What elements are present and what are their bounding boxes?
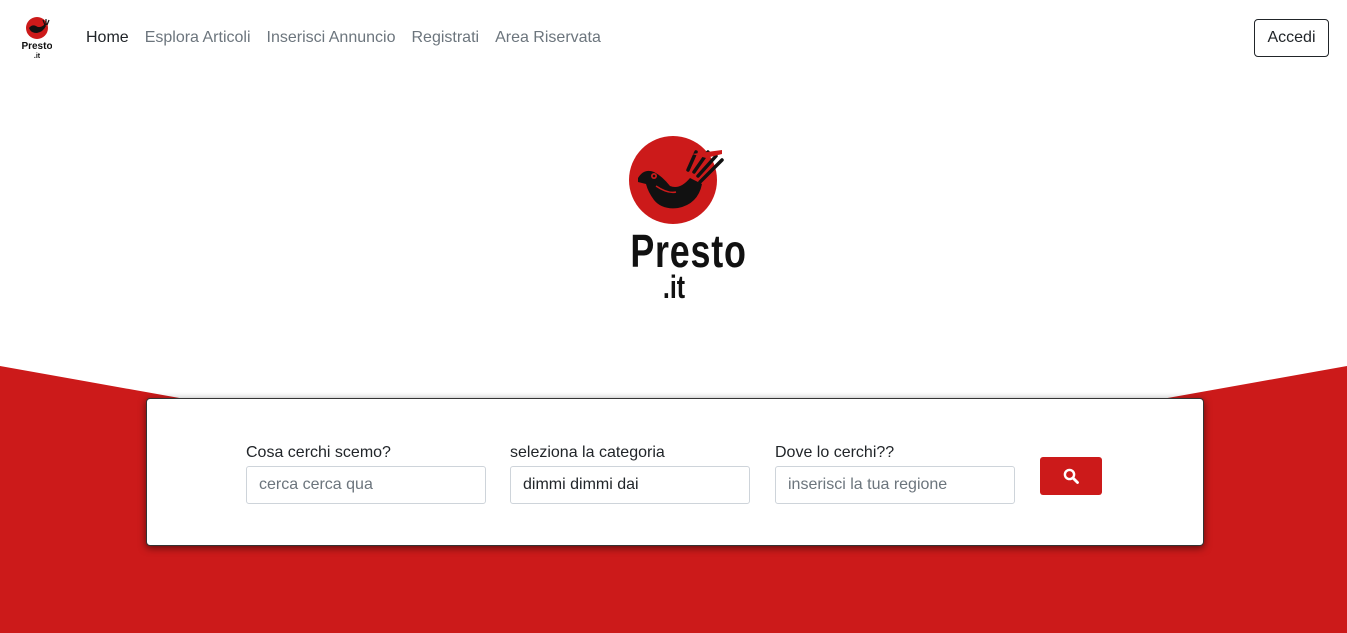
- search-icon: [1063, 468, 1079, 484]
- navbar: Presto .it Home Esplora Articoli Inseris…: [0, 0, 1347, 76]
- nav-link-area-riservata[interactable]: Area Riservata: [495, 28, 601, 48]
- nav-links: Home Esplora Articoli Inserisci Annuncio…: [86, 28, 617, 48]
- svg-text:Presto: Presto: [22, 41, 52, 52]
- brand-domain: .it: [662, 269, 686, 305]
- query-label: Cosa cerchi scemo?: [246, 444, 391, 461]
- region-label: Dove lo cerchi??: [775, 444, 895, 461]
- svg-text:.it: .it: [34, 53, 41, 60]
- presto-bird-icon: [629, 136, 724, 224]
- nav-link-esplora-articoli[interactable]: Esplora Articoli: [145, 28, 251, 48]
- search-card: Cosa cerchi scemo? seleziona la categori…: [146, 398, 1204, 546]
- nav-link-home[interactable]: Home: [86, 28, 129, 48]
- brand-logo[interactable]: Presto .it: [21, 16, 53, 60]
- region-input[interactable]: [775, 466, 1015, 504]
- category-selected-value: dimmi dimmi dai: [523, 476, 639, 493]
- query-input[interactable]: [246, 466, 486, 504]
- brand-name: Presto: [630, 225, 747, 277]
- category-label: seleziona la categoria: [510, 444, 665, 461]
- query-field: Cosa cerchi scemo?: [246, 443, 486, 504]
- category-select[interactable]: dimmi dimmi dai: [510, 466, 750, 504]
- search-button[interactable]: [1040, 457, 1102, 495]
- login-button[interactable]: Accedi: [1254, 19, 1329, 57]
- category-field: seleziona la categoria dimmi dimmi dai: [510, 443, 750, 504]
- nav-link-inserisci-annuncio[interactable]: Inserisci Annuncio: [267, 28, 396, 48]
- region-field: Dove lo cerchi??: [775, 443, 1015, 504]
- nav-link-registrati[interactable]: Registrati: [411, 28, 479, 48]
- presto-logo-icon: Presto .it: [21, 17, 53, 60]
- hero-logo: Presto .it: [618, 134, 747, 306]
